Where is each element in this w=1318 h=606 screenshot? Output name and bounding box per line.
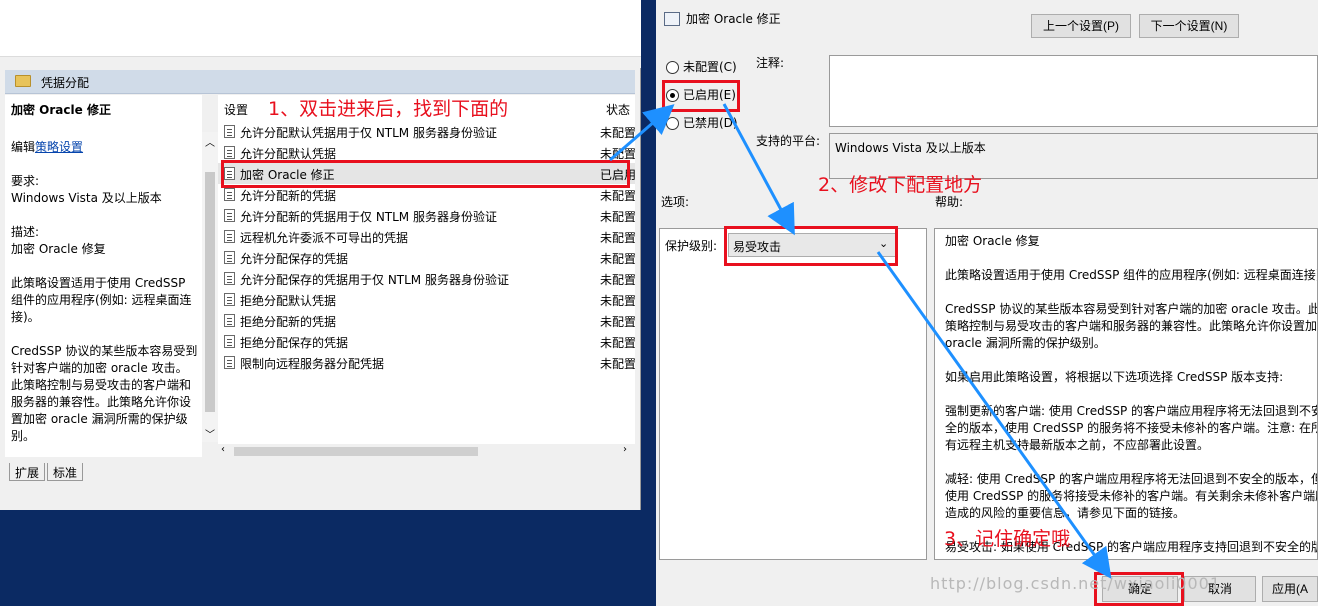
arrow-3 — [876, 251, 1112, 579]
watermark: http://blog.csdn.net/wxiaoli0001 — [930, 574, 1222, 593]
arrow-2 — [722, 103, 795, 236]
annotation-arrows — [609, 103, 1112, 579]
arrow-1 — [609, 104, 675, 162]
